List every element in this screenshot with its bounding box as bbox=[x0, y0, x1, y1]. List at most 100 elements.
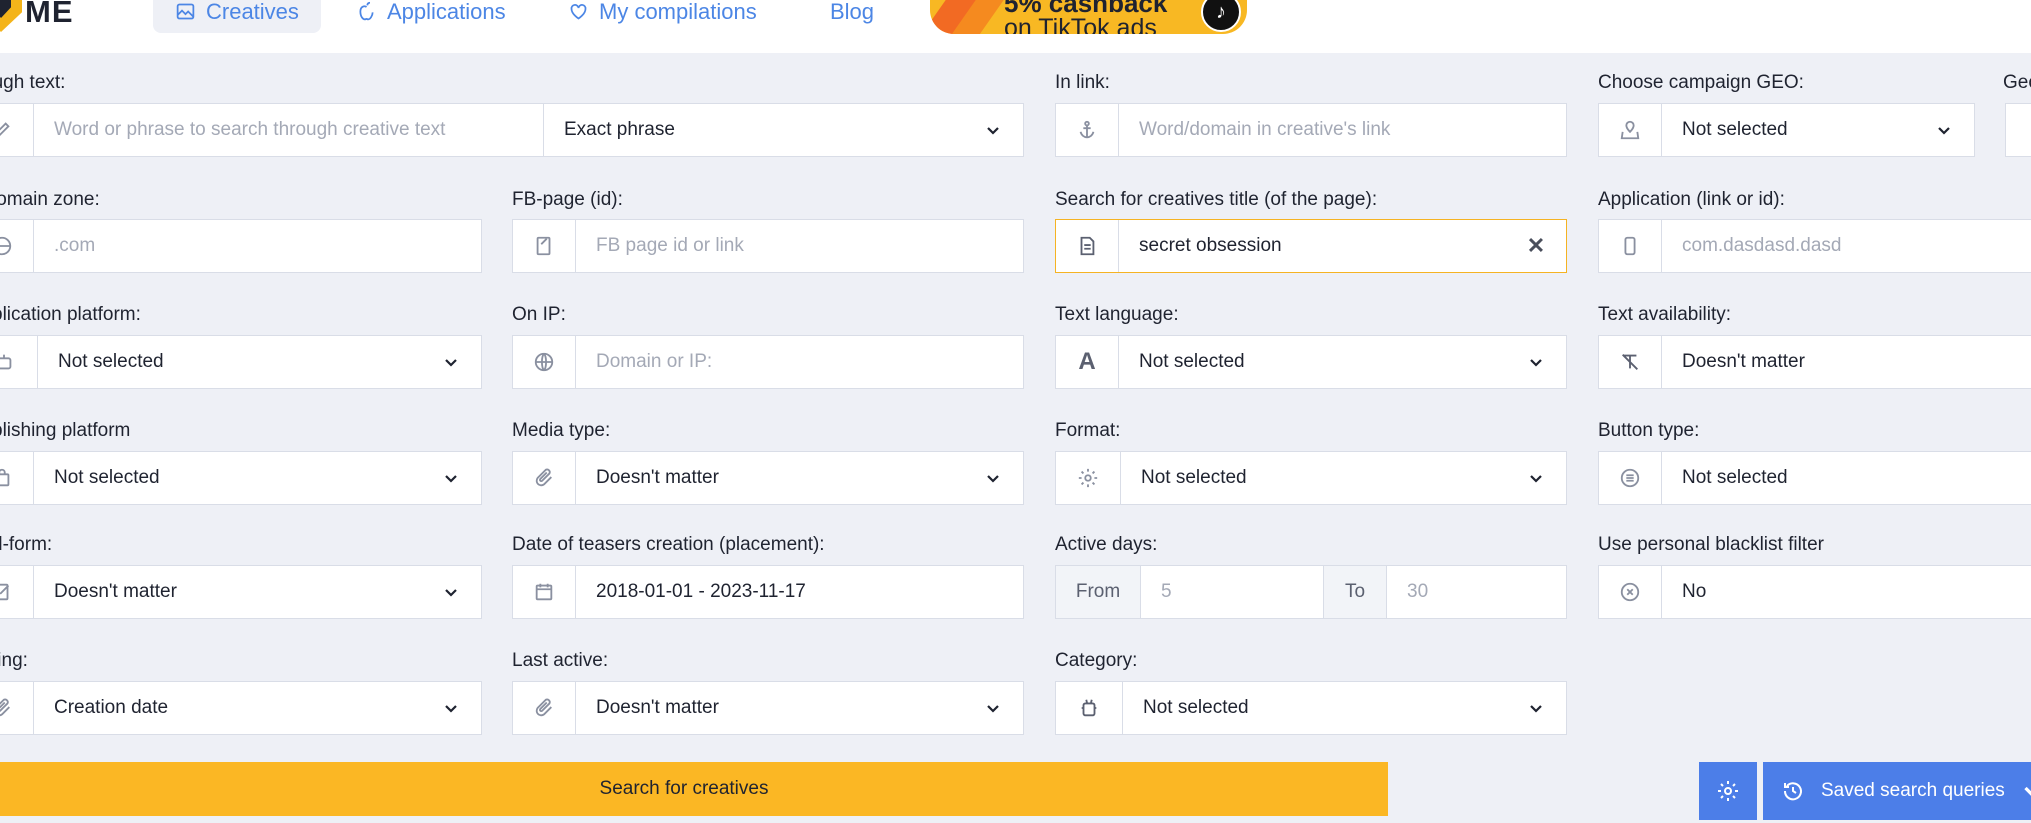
last-active-value: Doesn't matter bbox=[596, 697, 719, 718]
active-days-from-input[interactable]: 5 bbox=[1141, 566, 1323, 618]
in-link-field[interactable]: Word/domain in creative's link bbox=[1055, 103, 1567, 157]
last-active-select[interactable]: Doesn't matter bbox=[512, 681, 1024, 735]
globe-icon bbox=[0, 220, 34, 272]
logo-shield-icon bbox=[0, 0, 22, 32]
format-label: Format: bbox=[1055, 420, 1121, 441]
search-settings-button[interactable] bbox=[1699, 762, 1757, 820]
anchor-icon bbox=[1056, 104, 1119, 156]
blacklist-select[interactable]: No bbox=[1598, 565, 2031, 619]
format-select[interactable]: Not selected bbox=[1055, 451, 1567, 505]
nav-tab-applications[interactable]: Applications bbox=[356, 0, 506, 33]
domain-zone-label: lomain zone: bbox=[0, 189, 100, 210]
from-addon: From bbox=[1056, 566, 1141, 618]
bag-icon bbox=[0, 452, 34, 504]
in-link-label: In link: bbox=[1055, 72, 1110, 93]
font-icon: A bbox=[1056, 336, 1119, 388]
x-circle-icon bbox=[1599, 566, 1662, 618]
saved-search-queries-button[interactable]: Saved search queries bbox=[1763, 762, 2031, 820]
sorting-select[interactable]: Creation date bbox=[0, 681, 482, 735]
chevron-down-icon bbox=[1914, 104, 1974, 156]
sorting-label: ting: bbox=[0, 650, 28, 671]
active-days-to-input[interactable]: 30 bbox=[1387, 566, 1566, 618]
clear-icon[interactable]: ✕ bbox=[1506, 220, 1566, 272]
application-field[interactable]: com.dasdasd.dasd bbox=[1598, 219, 2031, 273]
saved-search-label: Saved search queries bbox=[1821, 780, 2005, 801]
text-availability-select[interactable]: Doesn't matter bbox=[1598, 335, 2031, 389]
list-circle-icon bbox=[1599, 452, 1662, 504]
geo-value: Not selected bbox=[1682, 119, 1788, 140]
phone-icon bbox=[1599, 220, 1662, 272]
paperclip-icon bbox=[513, 452, 576, 504]
chevron-down-icon bbox=[2024, 786, 2031, 797]
category-label: Category: bbox=[1055, 650, 1138, 671]
button-type-label: Button type: bbox=[1598, 420, 1700, 441]
chevron-down-icon bbox=[1506, 336, 1566, 388]
date-range-field[interactable]: 2018-01-01 - 2023-11-17 bbox=[512, 565, 1024, 619]
nav-tab-label: Applications bbox=[387, 0, 506, 24]
ad-form-select[interactable]: Doesn't matter bbox=[0, 565, 482, 619]
format-value: Not selected bbox=[1141, 467, 1247, 488]
geo-extra-field[interactable] bbox=[2005, 103, 2031, 157]
page-title-search-input[interactable]: secret obsession bbox=[1119, 220, 1506, 272]
fb-page-field[interactable]: FB page id or link bbox=[512, 219, 1024, 273]
robot-icon bbox=[0, 336, 38, 388]
pub-platform-select[interactable]: Not selected bbox=[0, 451, 482, 505]
ad-form-label: d-form: bbox=[0, 534, 53, 555]
page-title-search-field[interactable]: secret obsession ✕ bbox=[1055, 219, 1567, 273]
geo-extra-label: Geo bbox=[2003, 72, 2031, 93]
nav-tab-label: My compilations bbox=[599, 0, 757, 24]
text-availability-label: Text availability: bbox=[1598, 304, 1732, 325]
paperclip-icon bbox=[0, 682, 34, 734]
pencil-icon bbox=[0, 104, 34, 156]
text-search-input[interactable]: Word or phrase to search through creativ… bbox=[34, 104, 543, 156]
text-mode-value: Exact phrase bbox=[564, 119, 675, 140]
chevron-down-icon bbox=[963, 452, 1023, 504]
pub-platform-label: blishing platform bbox=[0, 420, 131, 441]
blacklist-label: Use personal blacklist filter bbox=[1598, 534, 1824, 555]
nav-tab-my-compilations[interactable]: My compilations bbox=[568, 0, 757, 33]
history-icon bbox=[1783, 782, 1802, 801]
fb-page-input[interactable]: FB page id or link bbox=[576, 220, 1023, 272]
heart-icon bbox=[570, 4, 587, 20]
nav-tab-creatives[interactable]: Creatives bbox=[153, 0, 321, 33]
chevron-down-icon bbox=[1506, 452, 1566, 504]
text-off-icon bbox=[1599, 336, 1662, 388]
tiktok-promo-banner[interactable]: 5% cashback on TikTok ads ♪ bbox=[930, 0, 1247, 34]
application-input[interactable]: com.dasdasd.dasd bbox=[1662, 220, 2031, 272]
in-link-input[interactable]: Word/domain in creative's link bbox=[1119, 104, 1566, 156]
chevron-down-icon bbox=[963, 104, 1023, 156]
domain-zone-input[interactable]: .com bbox=[34, 220, 481, 272]
on-ip-field[interactable]: Domain or IP: bbox=[512, 335, 1024, 389]
app-platform-select[interactable]: Not selected bbox=[0, 335, 482, 389]
text-language-select[interactable]: A Not selected bbox=[1055, 335, 1567, 389]
nav-tab-label: Creatives bbox=[206, 0, 299, 24]
button-type-select[interactable]: Not selected bbox=[1598, 451, 2031, 505]
logo[interactable]: ME bbox=[0, 0, 74, 32]
media-type-value: Doesn't matter bbox=[596, 467, 719, 488]
promo-text: 5% cashback on TikTok ads bbox=[1004, 0, 1167, 34]
tiktok-icon: ♪ bbox=[1201, 0, 1241, 32]
top-header: ME Creatives Applications My compilation… bbox=[0, 0, 2031, 53]
ad-form-value: Doesn't matter bbox=[54, 581, 177, 602]
page-edit-icon bbox=[513, 220, 576, 272]
category-select[interactable]: Not selected bbox=[1055, 681, 1567, 735]
apple-icon bbox=[359, 1, 374, 21]
robot-icon bbox=[1056, 682, 1123, 734]
application-label: Application (link or id): bbox=[1598, 189, 1785, 210]
active-days-field[interactable]: From 5 To 30 bbox=[1055, 565, 1567, 619]
pub-platform-value: Not selected bbox=[54, 467, 160, 488]
text-mode-select[interactable]: Exact phrase bbox=[543, 103, 1024, 157]
paperclip-icon bbox=[513, 682, 576, 734]
media-type-select[interactable]: Doesn't matter bbox=[512, 451, 1024, 505]
on-ip-label: On IP: bbox=[512, 304, 566, 325]
on-ip-input[interactable]: Domain or IP: bbox=[576, 336, 1023, 388]
geo-select[interactable]: Not selected bbox=[1598, 103, 1975, 157]
nav-tab-blog[interactable]: Blog bbox=[830, 0, 874, 33]
text-search-field[interactable]: Word or phrase to search through creativ… bbox=[0, 103, 544, 157]
search-creatives-button[interactable]: Search for creatives bbox=[0, 762, 1388, 816]
chevron-down-icon bbox=[1506, 682, 1566, 734]
image-icon bbox=[176, 3, 195, 20]
domain-zone-field[interactable]: .com bbox=[0, 219, 482, 273]
date-range-input[interactable]: 2018-01-01 - 2023-11-17 bbox=[576, 566, 1023, 618]
nav-tab-label: Blog bbox=[830, 0, 875, 24]
